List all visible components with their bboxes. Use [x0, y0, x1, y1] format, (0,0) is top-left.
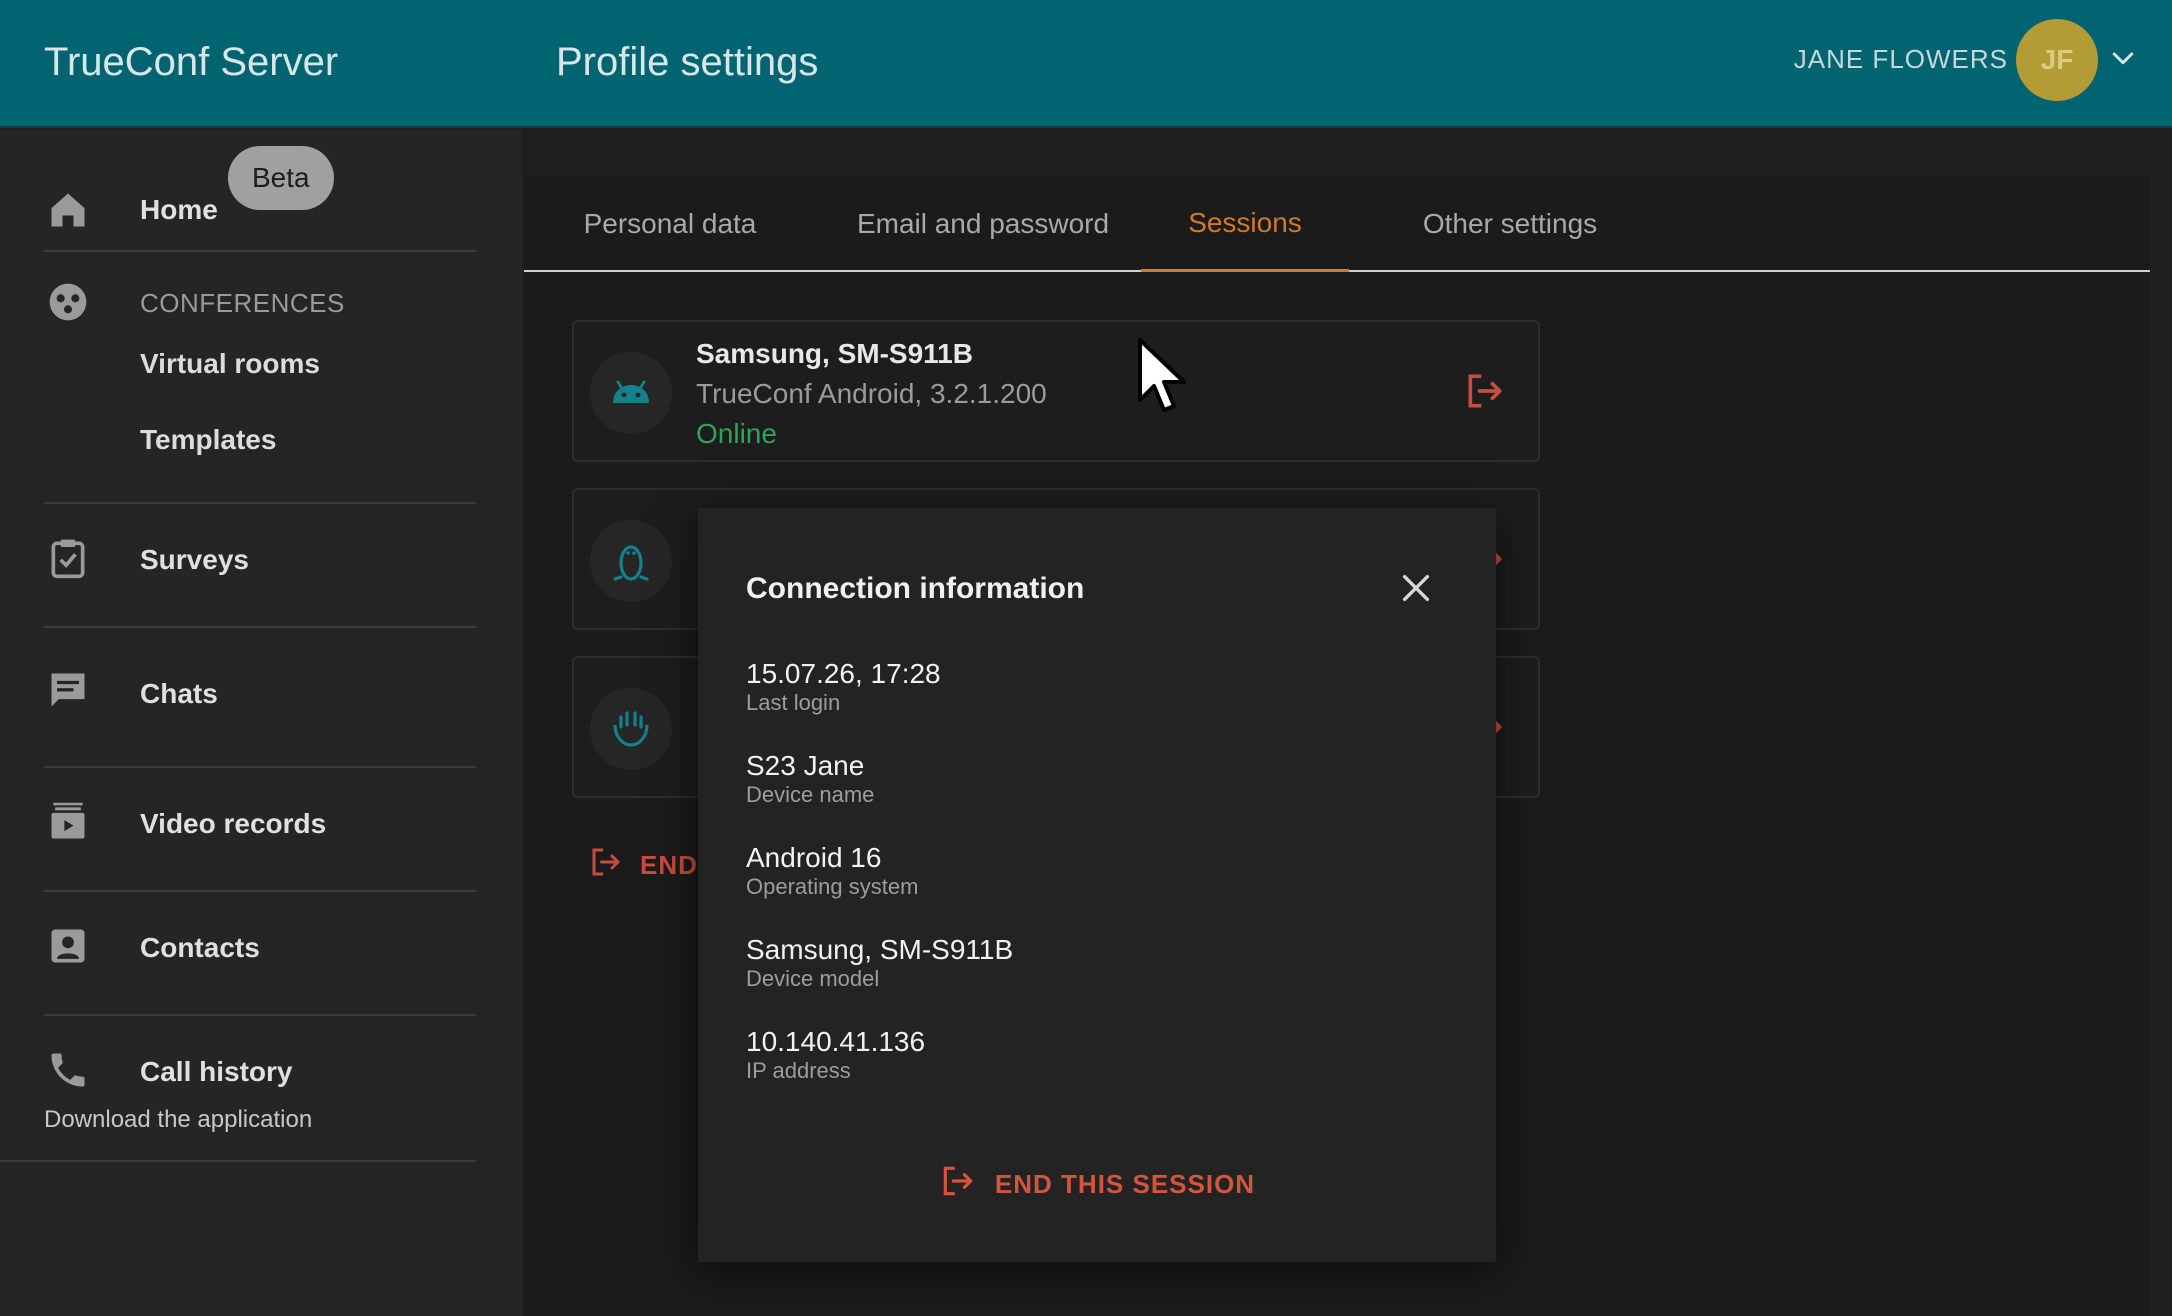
- video-records-icon: [44, 798, 92, 846]
- phone-icon: [44, 1046, 92, 1094]
- end-session-label: END THIS SESSION: [994, 1169, 1256, 1199]
- sidebar-item-templates[interactable]: Templates: [140, 424, 276, 456]
- sidebar-item-surveys[interactable]: Surveys: [0, 512, 522, 622]
- info-row: S23 Jane Device name: [746, 750, 874, 808]
- sidebar-divider: [44, 502, 476, 504]
- user-name[interactable]: JANE FLOWERS: [1794, 44, 2008, 75]
- beta-badge: Beta: [228, 146, 334, 210]
- sidebar-divider: [44, 766, 476, 768]
- chat-icon: [44, 666, 92, 714]
- sidebar-item-contacts[interactable]: Contacts: [0, 900, 522, 1010]
- tab-other-settings[interactable]: Other settings: [1400, 176, 1620, 272]
- app-title[interactable]: TrueConf Server: [44, 40, 338, 85]
- mouse-cursor-icon: [1136, 336, 1192, 425]
- tab-personal-data[interactable]: Personal data: [572, 176, 768, 272]
- sidebar-item-label: Home: [140, 194, 218, 225]
- sidebar-divider: [44, 890, 476, 892]
- avatar[interactable]: JF: [2016, 19, 2098, 101]
- sidebar-item-video-records[interactable]: Video records: [0, 776, 522, 886]
- app-window: TrueConf Server Profile settings JANE FL…: [0, 0, 2172, 1316]
- conference-room-icon: [590, 688, 672, 770]
- info-value: S23 Jane: [746, 750, 865, 781]
- logout-icon[interactable]: [1460, 366, 1510, 416]
- conferences-icon: [44, 278, 92, 326]
- linux-icon: [590, 520, 672, 602]
- contact-icon: [44, 922, 92, 970]
- info-label: Device model: [746, 966, 880, 991]
- info-label: IP address: [746, 1058, 851, 1083]
- session-status: Online: [696, 418, 777, 449]
- sidebar-item-virtual-rooms[interactable]: Virtual rooms: [140, 348, 320, 380]
- sidebar-item-label: Contacts: [140, 932, 260, 963]
- logout-icon: [588, 844, 624, 887]
- sidebar-item-label: Video records: [140, 808, 327, 839]
- sidebar-item-label: Chats: [140, 678, 218, 709]
- clipboard-check-icon: [44, 534, 92, 582]
- sidebar-item-label: Surveys: [140, 544, 249, 575]
- download-app-link[interactable]: Download the application: [44, 1106, 312, 1134]
- sidebar-divider: [44, 1014, 476, 1016]
- connection-info-dialog: Connection information 15.07.26, 17:28 L…: [698, 508, 1496, 1262]
- info-value: Android 16: [746, 842, 882, 873]
- info-row: 15.07.26, 17:28 Last login: [746, 658, 941, 716]
- end-all-sessions-button[interactable]: END: [588, 844, 698, 887]
- tab-sessions[interactable]: Sessions: [1141, 176, 1349, 272]
- sidebar: Home CONFERENCES Virtual rooms Templates…: [0, 130, 522, 1316]
- logout-icon: [939, 1162, 977, 1207]
- chevron-down-icon[interactable]: [2108, 44, 2138, 74]
- dialog-title: Connection information: [746, 572, 1085, 605]
- tab-email-password[interactable]: Email and password: [838, 176, 1128, 272]
- info-row: Android 16 Operating system: [746, 842, 918, 900]
- info-row: 10.140.41.136 IP address: [746, 1026, 925, 1084]
- sidebar-divider: [44, 250, 476, 252]
- sidebar-item-label: Call history: [140, 1056, 293, 1087]
- end-this-session-button[interactable]: END THIS SESSION: [698, 1162, 1496, 1207]
- session-app-version: TrueConf Android, 3.2.1.200: [696, 378, 1047, 409]
- top-header: TrueConf Server Profile settings JANE FL…: [0, 0, 2172, 128]
- info-label: Last login: [746, 690, 841, 715]
- info-value: Samsung, SM-S911B: [746, 934, 1014, 965]
- sidebar-divider: [44, 626, 476, 628]
- close-icon[interactable]: [1396, 568, 1436, 608]
- info-row: Samsung, SM-S911B Device model: [746, 934, 1013, 992]
- sidebar-divider: [0, 1160, 476, 1162]
- info-label: Operating system: [746, 874, 919, 899]
- home-icon: [44, 186, 92, 234]
- info-value: 15.07.26, 17:28: [746, 658, 941, 689]
- info-label: Device name: [746, 782, 875, 807]
- session-device-name: Samsung, SM-S911B: [696, 338, 973, 369]
- android-icon: [590, 352, 672, 434]
- info-value: 10.140.41.136: [746, 1026, 926, 1057]
- sidebar-item-chats[interactable]: Chats Beta: [0, 146, 522, 762]
- tabs-bar: Personal data Email and password Session…: [524, 176, 2150, 272]
- conferences-section-label: CONFERENCES: [140, 288, 345, 318]
- page-title: Profile settings: [556, 40, 819, 84]
- end-all-label: END: [640, 850, 698, 880]
- session-card[interactable]: Samsung, SM-S911B TrueConf Android, 3.2.…: [572, 320, 1540, 462]
